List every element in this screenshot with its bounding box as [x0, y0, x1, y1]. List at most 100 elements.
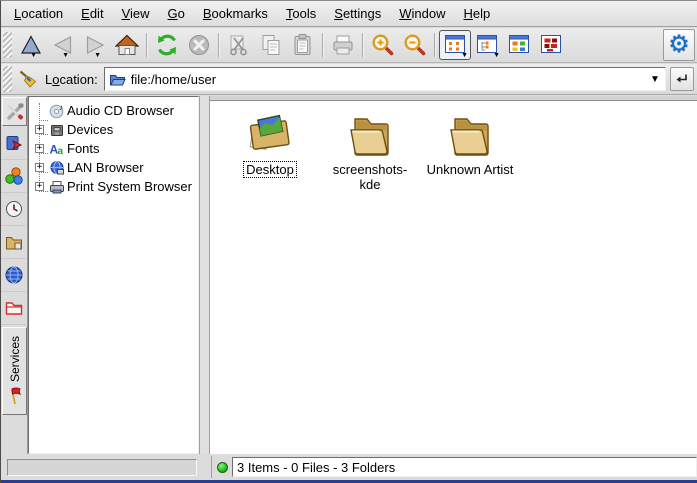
main-toolbar: ▼ ▼ ▼ — [1, 28, 697, 63]
menu-window[interactable]: Window — [390, 3, 454, 24]
file-item-screenshots-kde[interactable]: screenshots-kde — [324, 109, 416, 192]
reload-button[interactable] — [151, 30, 183, 60]
zoom-in-button[interactable] — [367, 30, 399, 60]
paste-button[interactable] — [287, 30, 319, 60]
content-area: Services ♪Audio CD Browser + Devices +AaFon… — [1, 96, 697, 454]
zoom-in-icon — [371, 33, 395, 57]
file-item-desktop[interactable]: Desktop — [224, 109, 316, 192]
menu-edit[interactable]: Edit — [72, 3, 112, 24]
tree-expander[interactable]: + — [34, 125, 49, 134]
toolbar-drag-handle[interactable] — [3, 32, 12, 58]
printer-icon — [331, 33, 355, 57]
folder-icon — [444, 109, 496, 157]
tree-expander[interactable]: + — [34, 144, 49, 153]
forward-button[interactable]: ▼ — [79, 30, 111, 60]
go-button[interactable] — [670, 67, 694, 91]
expand-plus-icon[interactable]: + — [35, 182, 44, 191]
sidebar-tab-root-directory[interactable] — [1, 292, 26, 325]
menu-view[interactable]: View — [113, 3, 159, 24]
sidebar-tab-services[interactable]: Services — [2, 327, 27, 415]
tree-expander[interactable]: + — [34, 163, 49, 172]
tree-item-label: Audio CD Browser — [67, 103, 174, 118]
sidebar-tab-history[interactable] — [1, 193, 26, 226]
sidebar-tab-home-directory[interactable] — [1, 226, 26, 259]
tree-item-print-system-browser[interactable]: +Print System Browser — [34, 177, 198, 196]
tree-view-button[interactable]: ▼ — [471, 30, 503, 60]
tree-item-audio-cd-browser[interactable]: ♪Audio CD Browser — [34, 101, 198, 120]
dropdown-arrow-icon: ▼ — [461, 52, 468, 59]
location-toolbar: Location: file:/home/user ▼ — [1, 64, 697, 95]
tree-item-devices[interactable]: + Devices — [34, 120, 198, 139]
home-folder-icon — [4, 232, 24, 252]
sidebar-tab-strip: Services — [1, 96, 28, 454]
multicolumn-view-button[interactable] — [503, 30, 535, 60]
detail-view-button[interactable] — [535, 30, 567, 60]
red-flag-icon — [6, 386, 24, 406]
menu-bookmarks[interactable]: Bookmarks — [194, 3, 277, 24]
clear-location-button[interactable] — [15, 64, 41, 94]
tree-item-label: Fonts — [67, 141, 100, 156]
expand-plus-icon[interactable]: + — [35, 125, 44, 134]
toolbar-separator — [218, 33, 220, 57]
combo-dropdown-arrow-icon[interactable]: ▼ — [647, 74, 663, 85]
blue-open-folder-icon — [109, 72, 126, 87]
copy-icon — [259, 33, 283, 57]
lan-globe-icon — [49, 160, 67, 176]
clear-location-broom-icon — [18, 69, 38, 89]
dropdown-arrow-icon: ▼ — [94, 52, 101, 59]
zoom-out-button[interactable] — [399, 30, 431, 60]
menu-location[interactable]: Location — [5, 3, 72, 24]
services-tree-panel: ♪Audio CD Browser + Devices +AaFonts+LAN Br… — [28, 96, 199, 454]
bookmark-icon — [4, 133, 24, 153]
sidebar-tab-configure[interactable] — [2, 97, 27, 126]
folder-icon-view[interactable]: Desktopscreenshots-kde Unknown Artist — [210, 96, 697, 454]
folder-icon — [344, 109, 396, 157]
file-item-label: Unknown Artist — [425, 162, 516, 177]
bottom-bar: 3 Items - 0 Files - 3 Folders — [1, 454, 697, 480]
status-led-icon — [217, 462, 228, 473]
sidebar-status-bar — [7, 459, 197, 476]
stop-icon — [187, 33, 211, 57]
cut-button[interactable] — [223, 30, 255, 60]
tree-expander[interactable]: + — [34, 182, 49, 191]
dropdown-arrow-icon: ▼ — [493, 52, 500, 59]
expand-plus-icon[interactable]: + — [35, 163, 44, 172]
sidebar-tab-devices[interactable] — [1, 160, 26, 193]
clock-icon — [4, 199, 24, 219]
globe-icon — [4, 265, 24, 285]
panel-splitter[interactable] — [199, 96, 210, 454]
zoom-out-icon — [403, 33, 427, 57]
status-text: 3 Items - 0 Files - 3 Folders — [237, 460, 395, 475]
sidebar-tab-network[interactable] — [1, 259, 26, 292]
tree-item-label: Devices — [67, 122, 113, 137]
sidebar-tab-bookmarks[interactable] — [1, 127, 26, 160]
toolbar-separator — [146, 33, 148, 57]
menu-go[interactable]: Go — [159, 3, 194, 24]
red-folder-icon — [4, 298, 24, 318]
tree-branch-line — [39, 134, 48, 135]
toolbar-drag-handle[interactable] — [3, 66, 12, 92]
tree-item-lan-browser[interactable]: +LAN Browser — [34, 158, 198, 177]
expand-plus-icon[interactable]: + — [35, 144, 44, 153]
tree-item-fonts[interactable]: +AaFonts — [34, 139, 198, 158]
crossed-tools-icon — [5, 102, 25, 122]
home-button[interactable] — [111, 30, 143, 60]
back-button[interactable]: ▼ — [47, 30, 79, 60]
menu-help[interactable]: Help — [455, 3, 500, 24]
scissors-icon — [227, 33, 251, 57]
copy-button[interactable] — [255, 30, 287, 60]
konqueror-logo[interactable]: ⚙ — [663, 29, 695, 61]
menu-tools[interactable]: Tools — [277, 3, 325, 24]
print-system-icon — [49, 179, 67, 195]
toolbar-separator — [322, 33, 324, 57]
print-button[interactable] — [327, 30, 359, 60]
stop-button[interactable] — [183, 30, 215, 60]
menu-settings[interactable]: Settings — [325, 3, 390, 24]
up-button[interactable]: ▼ — [15, 30, 47, 60]
file-item-unknown-artist[interactable]: Unknown Artist — [424, 109, 516, 192]
toolbar-separator — [434, 33, 436, 57]
location-combobox[interactable]: file:/home/user ▼ — [104, 67, 666, 91]
location-input[interactable]: file:/home/user — [131, 72, 647, 87]
paste-icon — [291, 33, 315, 57]
icon-view-button[interactable]: ▼ — [439, 30, 471, 60]
